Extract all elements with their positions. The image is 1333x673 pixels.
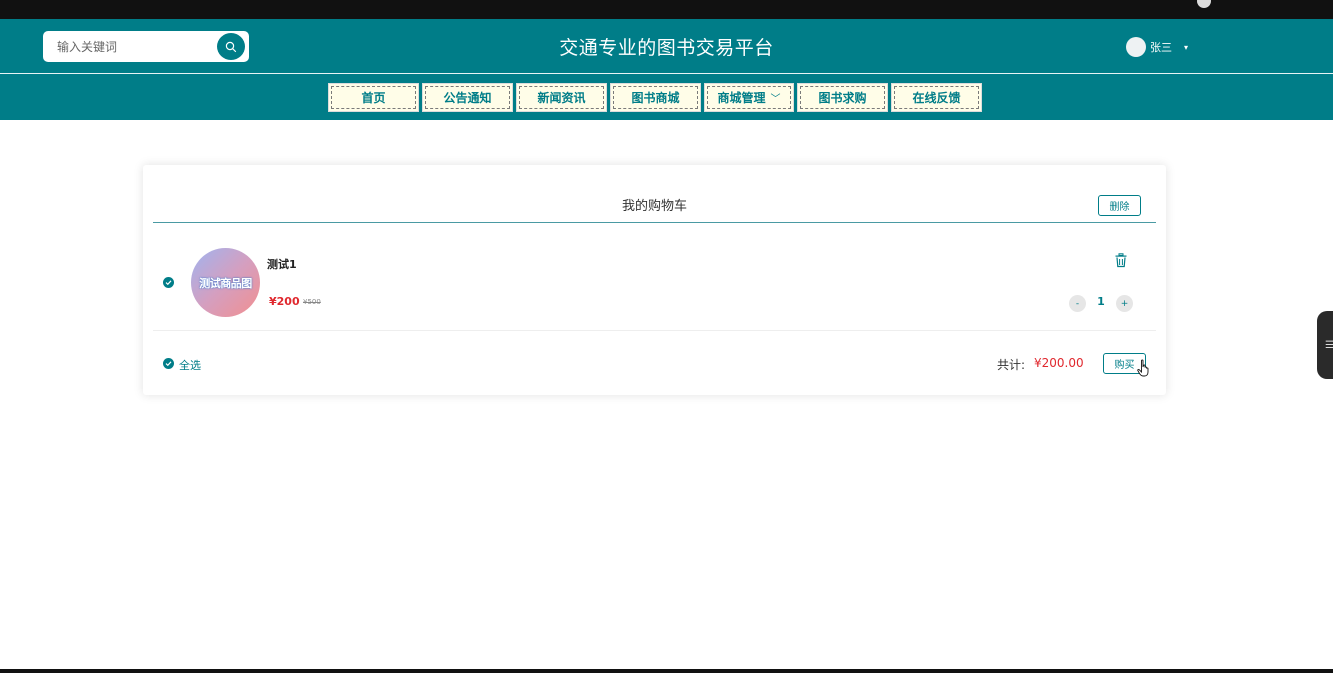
total-value: ¥200.00 <box>1034 356 1084 370</box>
trash-icon[interactable] <box>1114 253 1128 268</box>
window-top-bar <box>0 0 1333 19</box>
title-divider <box>153 222 1156 223</box>
quantity-value: 1 <box>1097 295 1105 308</box>
quantity-increase-button[interactable]: + <box>1116 295 1133 312</box>
product-price: ¥200 <box>269 295 300 308</box>
product-name[interactable]: 测试1 <box>267 256 297 272</box>
window-bottom-bar <box>0 669 1333 673</box>
hand-cursor-icon <box>1137 359 1149 377</box>
item-checkbox[interactable] <box>163 277 174 288</box>
nav-item-book-wanted[interactable]: 图书求购 <box>797 83 888 112</box>
row-divider <box>153 330 1156 331</box>
main-nav: 首页 公告通知 新闻资讯 图书商城 商城管理 ﹀ 图书求购 在线反馈 <box>0 74 1333 120</box>
quantity-decrease-button[interactable]: - <box>1069 295 1086 312</box>
site-header: 交通专业的图书交易平台 张三 ▾ <box>0 19 1333 73</box>
chevron-down-icon: ﹀ <box>770 94 781 105</box>
check-icon <box>165 361 172 367</box>
select-all-label[interactable]: 全选 <box>179 357 201 373</box>
nav-item-store-management[interactable]: 商城管理 ﹀ <box>704 83 794 112</box>
nav-item-feedback[interactable]: 在线反馈 <box>891 83 982 112</box>
menu-icon: ☰ <box>1325 339 1333 351</box>
cart-title: 我的购物车 <box>621 199 687 214</box>
check-icon <box>165 280 172 286</box>
user-name[interactable]: 张三 <box>1150 39 1172 55</box>
caret-down-icon[interactable]: ▾ <box>1184 43 1188 52</box>
user-menu[interactable]: 张三 ▾ <box>1126 37 1188 57</box>
product-original-price: ¥500 <box>303 298 321 306</box>
select-all-checkbox[interactable] <box>163 358 174 369</box>
delete-button[interactable]: 删除 <box>1098 195 1141 216</box>
total-label: 共计: <box>997 358 1026 372</box>
nav-item-announcements[interactable]: 公告通知 <box>422 83 513 112</box>
product-image[interactable]: 测试商品图 <box>191 248 260 317</box>
side-drawer-tab[interactable]: ☰ <box>1317 311 1333 379</box>
nav-item-home[interactable]: 首页 <box>328 83 419 112</box>
nav-item-book-store[interactable]: 图书商城 <box>610 83 701 112</box>
avatar[interactable] <box>1126 37 1146 57</box>
cart-card: 我的购物车 删除 测试商品图 测试1 ¥200 ¥500 - 1 + 全选 共计… <box>143 165 1166 395</box>
nav-item-news[interactable]: 新闻资讯 <box>516 83 607 112</box>
window-control-icon[interactable] <box>1197 0 1211 8</box>
